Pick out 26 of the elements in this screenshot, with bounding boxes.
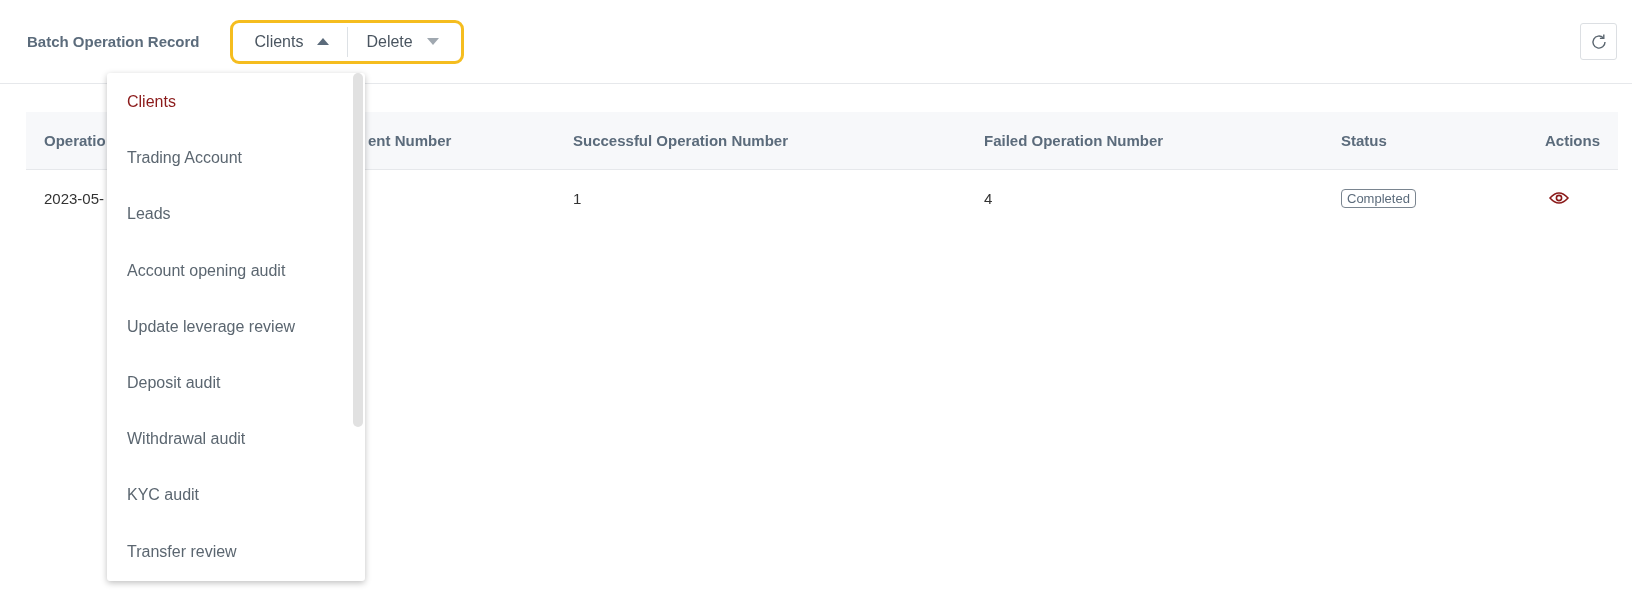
table-cell: 2023-05- [44,189,105,207]
refresh-button[interactable] [1580,23,1617,60]
menu-item[interactable]: Deposit audit [107,354,365,412]
view-icon[interactable] [1549,191,1569,205]
category-dropdown[interactable]: Delete [347,26,457,57]
column-header: Actions [1545,132,1600,149]
menu-item[interactable]: Update leverage review [107,298,365,355]
menu-item[interactable]: Transfer review [107,523,365,580]
refresh-icon [1589,32,1608,51]
category-dropdown[interactable]: Clients [236,26,348,57]
menu-item[interactable]: Account opening audit [107,242,365,299]
table-cell: 4 [984,189,993,207]
menu-item[interactable]: Trading Account [107,130,365,187]
table-cell: 1 [573,189,582,207]
column-header: Status [1341,132,1387,149]
menu-item[interactable]: Withdrawal audit [107,411,365,468]
menu-item[interactable]: Leads [107,186,365,243]
scrollbar[interactable] [353,73,363,427]
column-header: ent Number [368,132,452,149]
menu-item[interactable]: KYC audit [107,467,365,524]
column-header: Successful Operation Number [573,132,789,149]
column-header: Operatio [44,132,106,149]
status-tag: Completed [1341,188,1416,208]
menu-item[interactable]: Clients [107,74,365,131]
column-header: Failed Operation Number [984,132,1164,149]
page-title: Batch Operation Record [27,33,200,50]
